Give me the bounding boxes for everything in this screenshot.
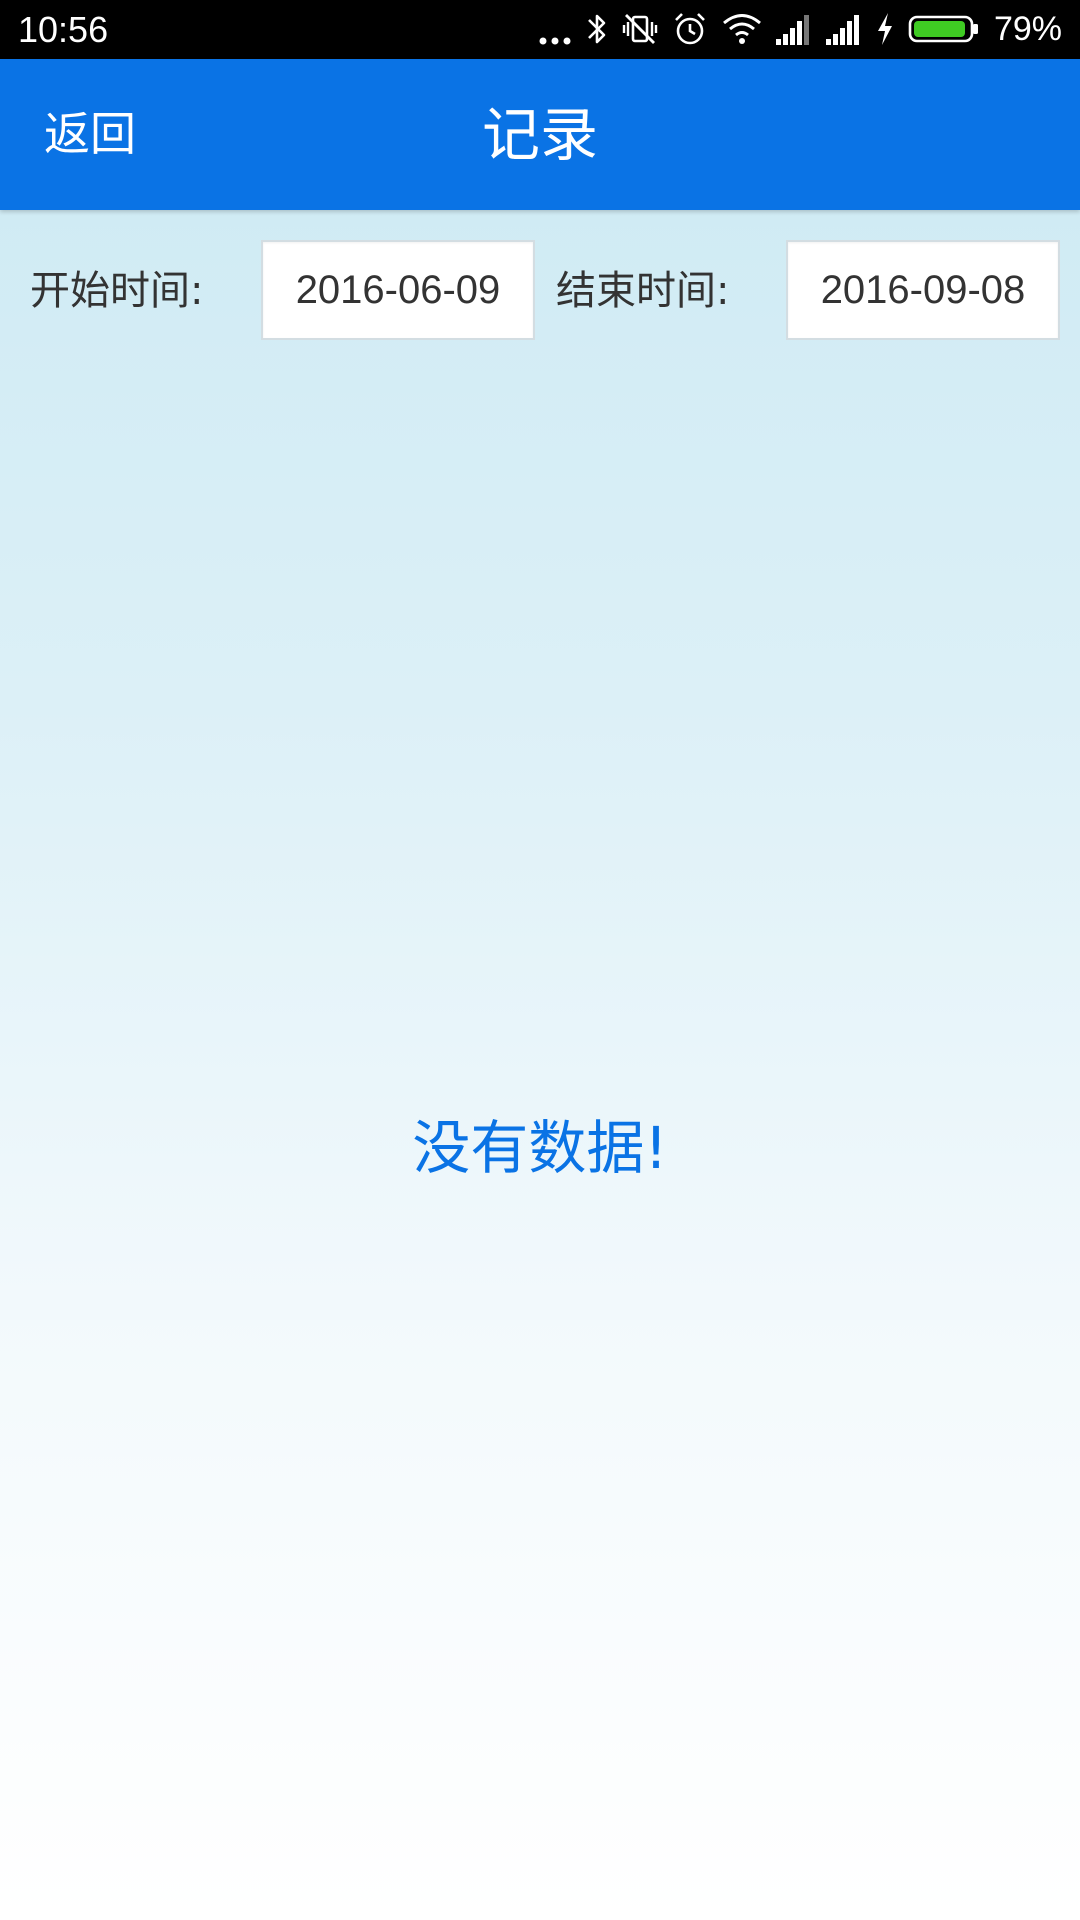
start-date-field[interactable]: 2016-06-09 [261, 240, 535, 340]
more-dots-icon [538, 7, 572, 51]
empty-state-message: 没有数据! [412, 1114, 668, 1182]
alarm-icon [672, 7, 708, 51]
status-time: 10:56 [18, 9, 109, 50]
signal-icon [775, 7, 812, 51]
status-icons: 79% [538, 7, 1062, 51]
date-filter-row: 开始时间: 2016-06-09 结束时间: 2016-09-08 [0, 240, 1080, 342]
battery-percent: 79% [993, 10, 1062, 48]
start-time-label: 开始时间: [30, 268, 204, 314]
signal-icon [825, 7, 862, 51]
vibrate-off-icon [622, 7, 658, 51]
page-title: 记录 [481, 101, 598, 169]
wifi-icon [722, 7, 762, 51]
bluetooth-icon [586, 7, 608, 51]
app-bar: 返回 记录 [0, 59, 1080, 210]
battery-icon [908, 7, 980, 51]
end-time-label: 结束时间: [556, 268, 730, 314]
status-bar: 10:56 79% [0, 0, 1080, 59]
end-date-field[interactable]: 2016-09-08 [786, 240, 1060, 340]
charging-icon [876, 7, 894, 51]
